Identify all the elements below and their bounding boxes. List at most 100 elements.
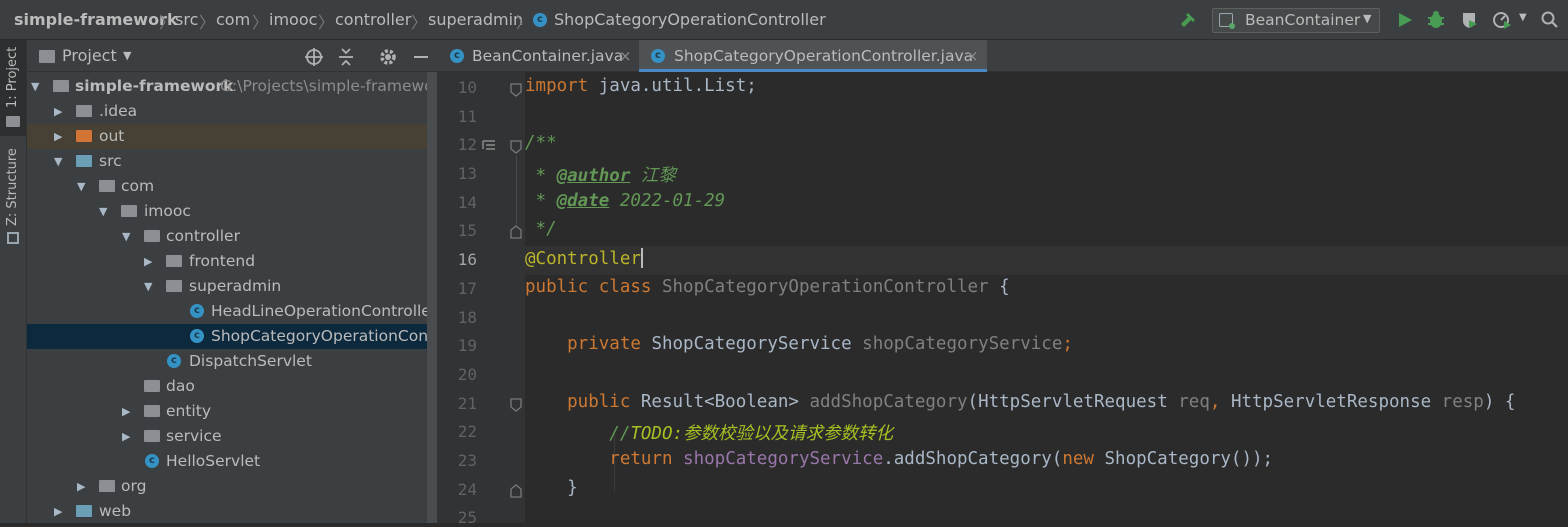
tree-node-dispatchservlet[interactable]: c DispatchServlet bbox=[27, 349, 437, 374]
package-icon bbox=[121, 205, 137, 217]
fold-marker-icon[interactable] bbox=[510, 398, 522, 412]
expand-arrow-icon[interactable]: ▼ bbox=[144, 274, 152, 299]
tree-node-headline-controller[interactable]: c HeadLineOperationController bbox=[27, 299, 437, 324]
search-everywhere-icon[interactable] bbox=[1540, 10, 1560, 30]
hide-panel-icon[interactable] bbox=[411, 47, 431, 67]
code-token: ShopCategory()); bbox=[1093, 449, 1274, 469]
collapsed-arrow-icon[interactable]: ▶ bbox=[54, 499, 62, 524]
collapsed-arrow-icon[interactable]: ▶ bbox=[144, 249, 152, 274]
fold-marker-icon[interactable] bbox=[510, 140, 522, 154]
code-line-24: } bbox=[525, 478, 578, 498]
profile-icon[interactable] bbox=[1492, 10, 1514, 30]
coverage-icon[interactable] bbox=[1460, 10, 1480, 30]
line-number: 24 bbox=[457, 480, 477, 499]
tree-node-out[interactable]: ▶ out bbox=[27, 124, 437, 149]
tree-node-label: web bbox=[99, 502, 132, 520]
tree-node-entity[interactable]: ▶ entity bbox=[27, 399, 437, 424]
project-tool-tab[interactable]: 1: Project bbox=[0, 40, 26, 136]
panel-splitter[interactable] bbox=[427, 72, 437, 523]
tree-node-root[interactable]: ▼ simple-framework G:\Projects\simple-fr… bbox=[27, 74, 437, 99]
folder-icon bbox=[6, 116, 20, 127]
expand-arrow-icon[interactable]: ▼ bbox=[54, 149, 62, 174]
tree-node-controller[interactable]: ▼ controller bbox=[27, 224, 437, 249]
code-token: ( bbox=[967, 392, 979, 412]
fold-marker-icon[interactable] bbox=[510, 83, 522, 97]
class-icon: c bbox=[145, 454, 159, 468]
structure-tool-tab[interactable]: Z: Structure bbox=[0, 146, 26, 246]
expand-arrow-icon[interactable]: ▼ bbox=[77, 174, 85, 199]
breadcrumb-src[interactable]: src bbox=[175, 10, 198, 29]
code-token: import bbox=[525, 76, 589, 96]
tree-node-service[interactable]: ▶ service bbox=[27, 424, 437, 449]
locate-target-icon[interactable] bbox=[304, 47, 324, 67]
tree-node-idea[interactable]: ▶ .idea bbox=[27, 99, 437, 124]
code-token: @author bbox=[556, 166, 631, 186]
code-token: shopCategoryService bbox=[672, 449, 884, 469]
package-icon bbox=[144, 405, 160, 417]
tree-node-web[interactable]: ▶ web bbox=[27, 499, 437, 524]
tree-node-dao[interactable]: dao bbox=[27, 374, 437, 399]
tree-node-helloservlet[interactable]: c HelloServlet bbox=[27, 449, 437, 474]
breadcrumb-superadmin[interactable]: superadmin bbox=[428, 10, 523, 29]
tree-node-org[interactable]: ▶ org bbox=[27, 474, 437, 499]
project-view-label[interactable]: Project bbox=[62, 46, 117, 65]
expand-arrow-icon[interactable]: ▼ bbox=[99, 199, 107, 224]
code-token: ) { bbox=[1483, 392, 1516, 412]
breadcrumb-project[interactable]: simple-framework bbox=[14, 10, 178, 29]
class-icon: c bbox=[533, 13, 547, 27]
expand-arrow-icon[interactable]: ▼ bbox=[122, 224, 130, 249]
tab-label: BeanContainer.java bbox=[472, 47, 624, 65]
tree-node-superadmin[interactable]: ▼ superadmin bbox=[27, 274, 437, 299]
collapsed-arrow-icon[interactable]: ▶ bbox=[122, 399, 130, 424]
build-hammer-icon[interactable] bbox=[1178, 10, 1198, 30]
collapsed-arrow-icon[interactable]: ▶ bbox=[54, 124, 62, 149]
more-run-options-icon[interactable]: ▼ bbox=[1519, 12, 1527, 23]
tab-shopcategory-controller[interactable]: c ShopCategoryOperationController.java × bbox=[639, 40, 987, 72]
debug-icon[interactable] bbox=[1426, 10, 1446, 30]
breadcrumb-controller[interactable]: controller bbox=[335, 10, 411, 29]
close-icon[interactable]: × bbox=[619, 40, 632, 72]
current-line-highlight bbox=[525, 246, 1568, 275]
excluded-folder-icon bbox=[76, 130, 92, 142]
breadcrumb-imooc[interactable]: imooc bbox=[269, 10, 317, 29]
fold-marker-icon[interactable] bbox=[510, 225, 522, 239]
line-number: 13 bbox=[457, 164, 477, 183]
tree-node-label: dao bbox=[166, 377, 195, 395]
tree-node-label: controller bbox=[166, 227, 240, 245]
line-number: 11 bbox=[457, 107, 477, 126]
collapse-all-icon[interactable] bbox=[336, 47, 356, 67]
collapsed-arrow-icon[interactable]: ▶ bbox=[77, 474, 85, 499]
tab-beancontainer[interactable]: c BeanContainer.java × bbox=[437, 40, 639, 72]
code-token: // bbox=[525, 424, 631, 444]
line-number: 22 bbox=[457, 422, 477, 441]
run-configuration-select[interactable]: BeanContainer ▼ bbox=[1212, 8, 1380, 33]
gear-icon[interactable] bbox=[378, 47, 398, 67]
code-token: resp bbox=[1441, 392, 1484, 412]
tree-node-imooc[interactable]: ▼ imooc bbox=[27, 199, 437, 224]
line-number: 21 bbox=[457, 394, 477, 413]
tree-root-path: G:\Projects\simple-framework bbox=[220, 77, 437, 95]
collapsed-arrow-icon[interactable]: ▶ bbox=[122, 424, 130, 449]
project-tree: ▼ simple-framework G:\Projects\simple-fr… bbox=[27, 72, 437, 523]
code-token: ShopCategoryOperationController bbox=[651, 277, 1000, 297]
tree-node-frontend[interactable]: ▶ frontend bbox=[27, 249, 437, 274]
close-icon[interactable]: × bbox=[966, 40, 979, 72]
editor-tab-bar: c BeanContainer.java × c ShopCategoryOpe… bbox=[437, 40, 1568, 72]
rendered-doc-toggle-icon[interactable] bbox=[482, 139, 496, 151]
line-number: 25 bbox=[457, 508, 477, 527]
collapsed-arrow-icon[interactable]: ▶ bbox=[54, 99, 62, 124]
line-number: 20 bbox=[457, 365, 477, 384]
tree-node-src[interactable]: ▼ src bbox=[27, 149, 437, 174]
tree-node-label: HelloServlet bbox=[166, 452, 261, 470]
code-token: public class bbox=[525, 277, 652, 297]
fold-marker-icon[interactable] bbox=[510, 484, 522, 498]
chevron-down-icon[interactable]: ▼ bbox=[123, 49, 131, 62]
code-editor[interactable]: import java.util.List; /** * @author 江黎 … bbox=[525, 72, 1568, 523]
left-tool-stripe: 1: Project Z: Structure bbox=[0, 40, 27, 523]
breadcrumb-class[interactable]: ShopCategoryOperationController bbox=[554, 10, 826, 29]
tree-node-com[interactable]: ▼ com bbox=[27, 174, 437, 199]
expand-arrow-icon[interactable]: ▼ bbox=[31, 74, 39, 99]
breadcrumb-com[interactable]: com bbox=[216, 10, 250, 29]
run-icon[interactable] bbox=[1396, 11, 1414, 29]
tree-node-shopcategory-controller[interactable]: c ShopCategoryOperationController bbox=[27, 324, 437, 349]
